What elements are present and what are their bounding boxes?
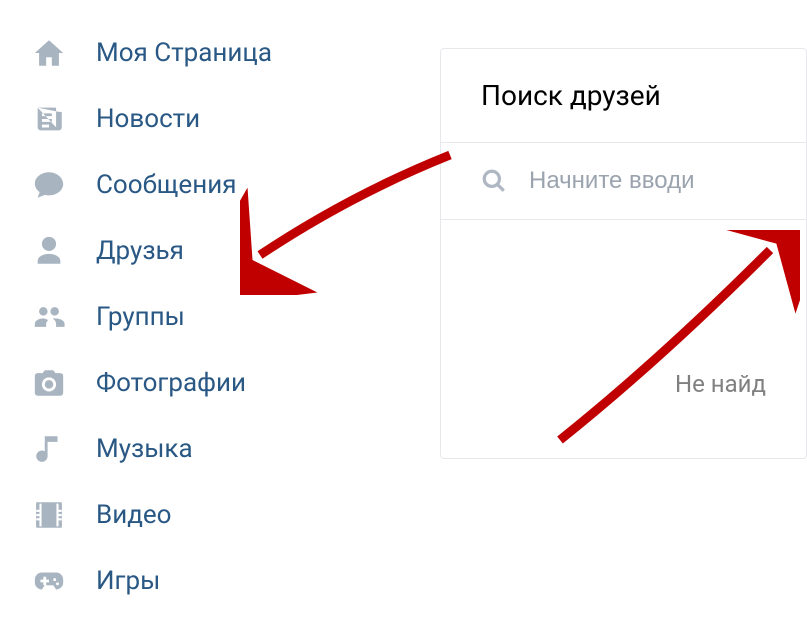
sidebar-item-label: Музыка <box>96 434 193 464</box>
search-input[interactable] <box>529 167 766 195</box>
sidebar-item-videos[interactable]: Видео <box>30 482 440 548</box>
sidebar-item-groups[interactable]: Группы <box>30 284 440 350</box>
sidebar-item-label: Моя Страница <box>96 38 272 68</box>
friends-search-panel: Поиск друзей Не найд <box>440 48 807 459</box>
sidebar-item-music[interactable]: Музыка <box>30 416 440 482</box>
panel-header: Поиск друзей <box>441 49 806 143</box>
sidebar-item-news[interactable]: Новости <box>30 86 440 152</box>
sidebar-item-label: Новости <box>96 104 200 134</box>
home-icon <box>30 34 68 72</box>
main-content: Поиск друзей Не найд <box>440 0 807 625</box>
messages-icon <box>30 166 68 204</box>
sidebar-item-label: Игры <box>96 566 160 596</box>
sidebar-item-label: Группы <box>96 302 185 332</box>
panel-title: Поиск друзей <box>481 79 766 112</box>
videos-icon <box>30 496 68 534</box>
friends-icon <box>30 232 68 270</box>
search-row <box>441 143 806 220</box>
sidebar-item-label: Сообщения <box>96 170 236 200</box>
groups-icon <box>30 298 68 336</box>
sidebar-item-label: Фотографии <box>96 368 246 398</box>
sidebar-item-photos[interactable]: Фотографии <box>30 350 440 416</box>
sidebar: Моя Страница Новости Сообщения Друзья Гр <box>0 0 440 625</box>
sidebar-item-games[interactable]: Игры <box>30 548 440 614</box>
results-empty-text: Не найд <box>441 220 806 458</box>
sidebar-item-label: Друзья <box>96 236 184 266</box>
news-icon <box>30 100 68 138</box>
search-icon <box>481 168 507 194</box>
sidebar-item-my-page[interactable]: Моя Страница <box>30 20 440 86</box>
photos-icon <box>30 364 68 402</box>
music-icon <box>30 430 68 468</box>
games-icon <box>30 562 68 600</box>
sidebar-item-messages[interactable]: Сообщения <box>30 152 440 218</box>
sidebar-item-label: Видео <box>96 500 172 530</box>
sidebar-item-friends[interactable]: Друзья <box>30 218 440 284</box>
